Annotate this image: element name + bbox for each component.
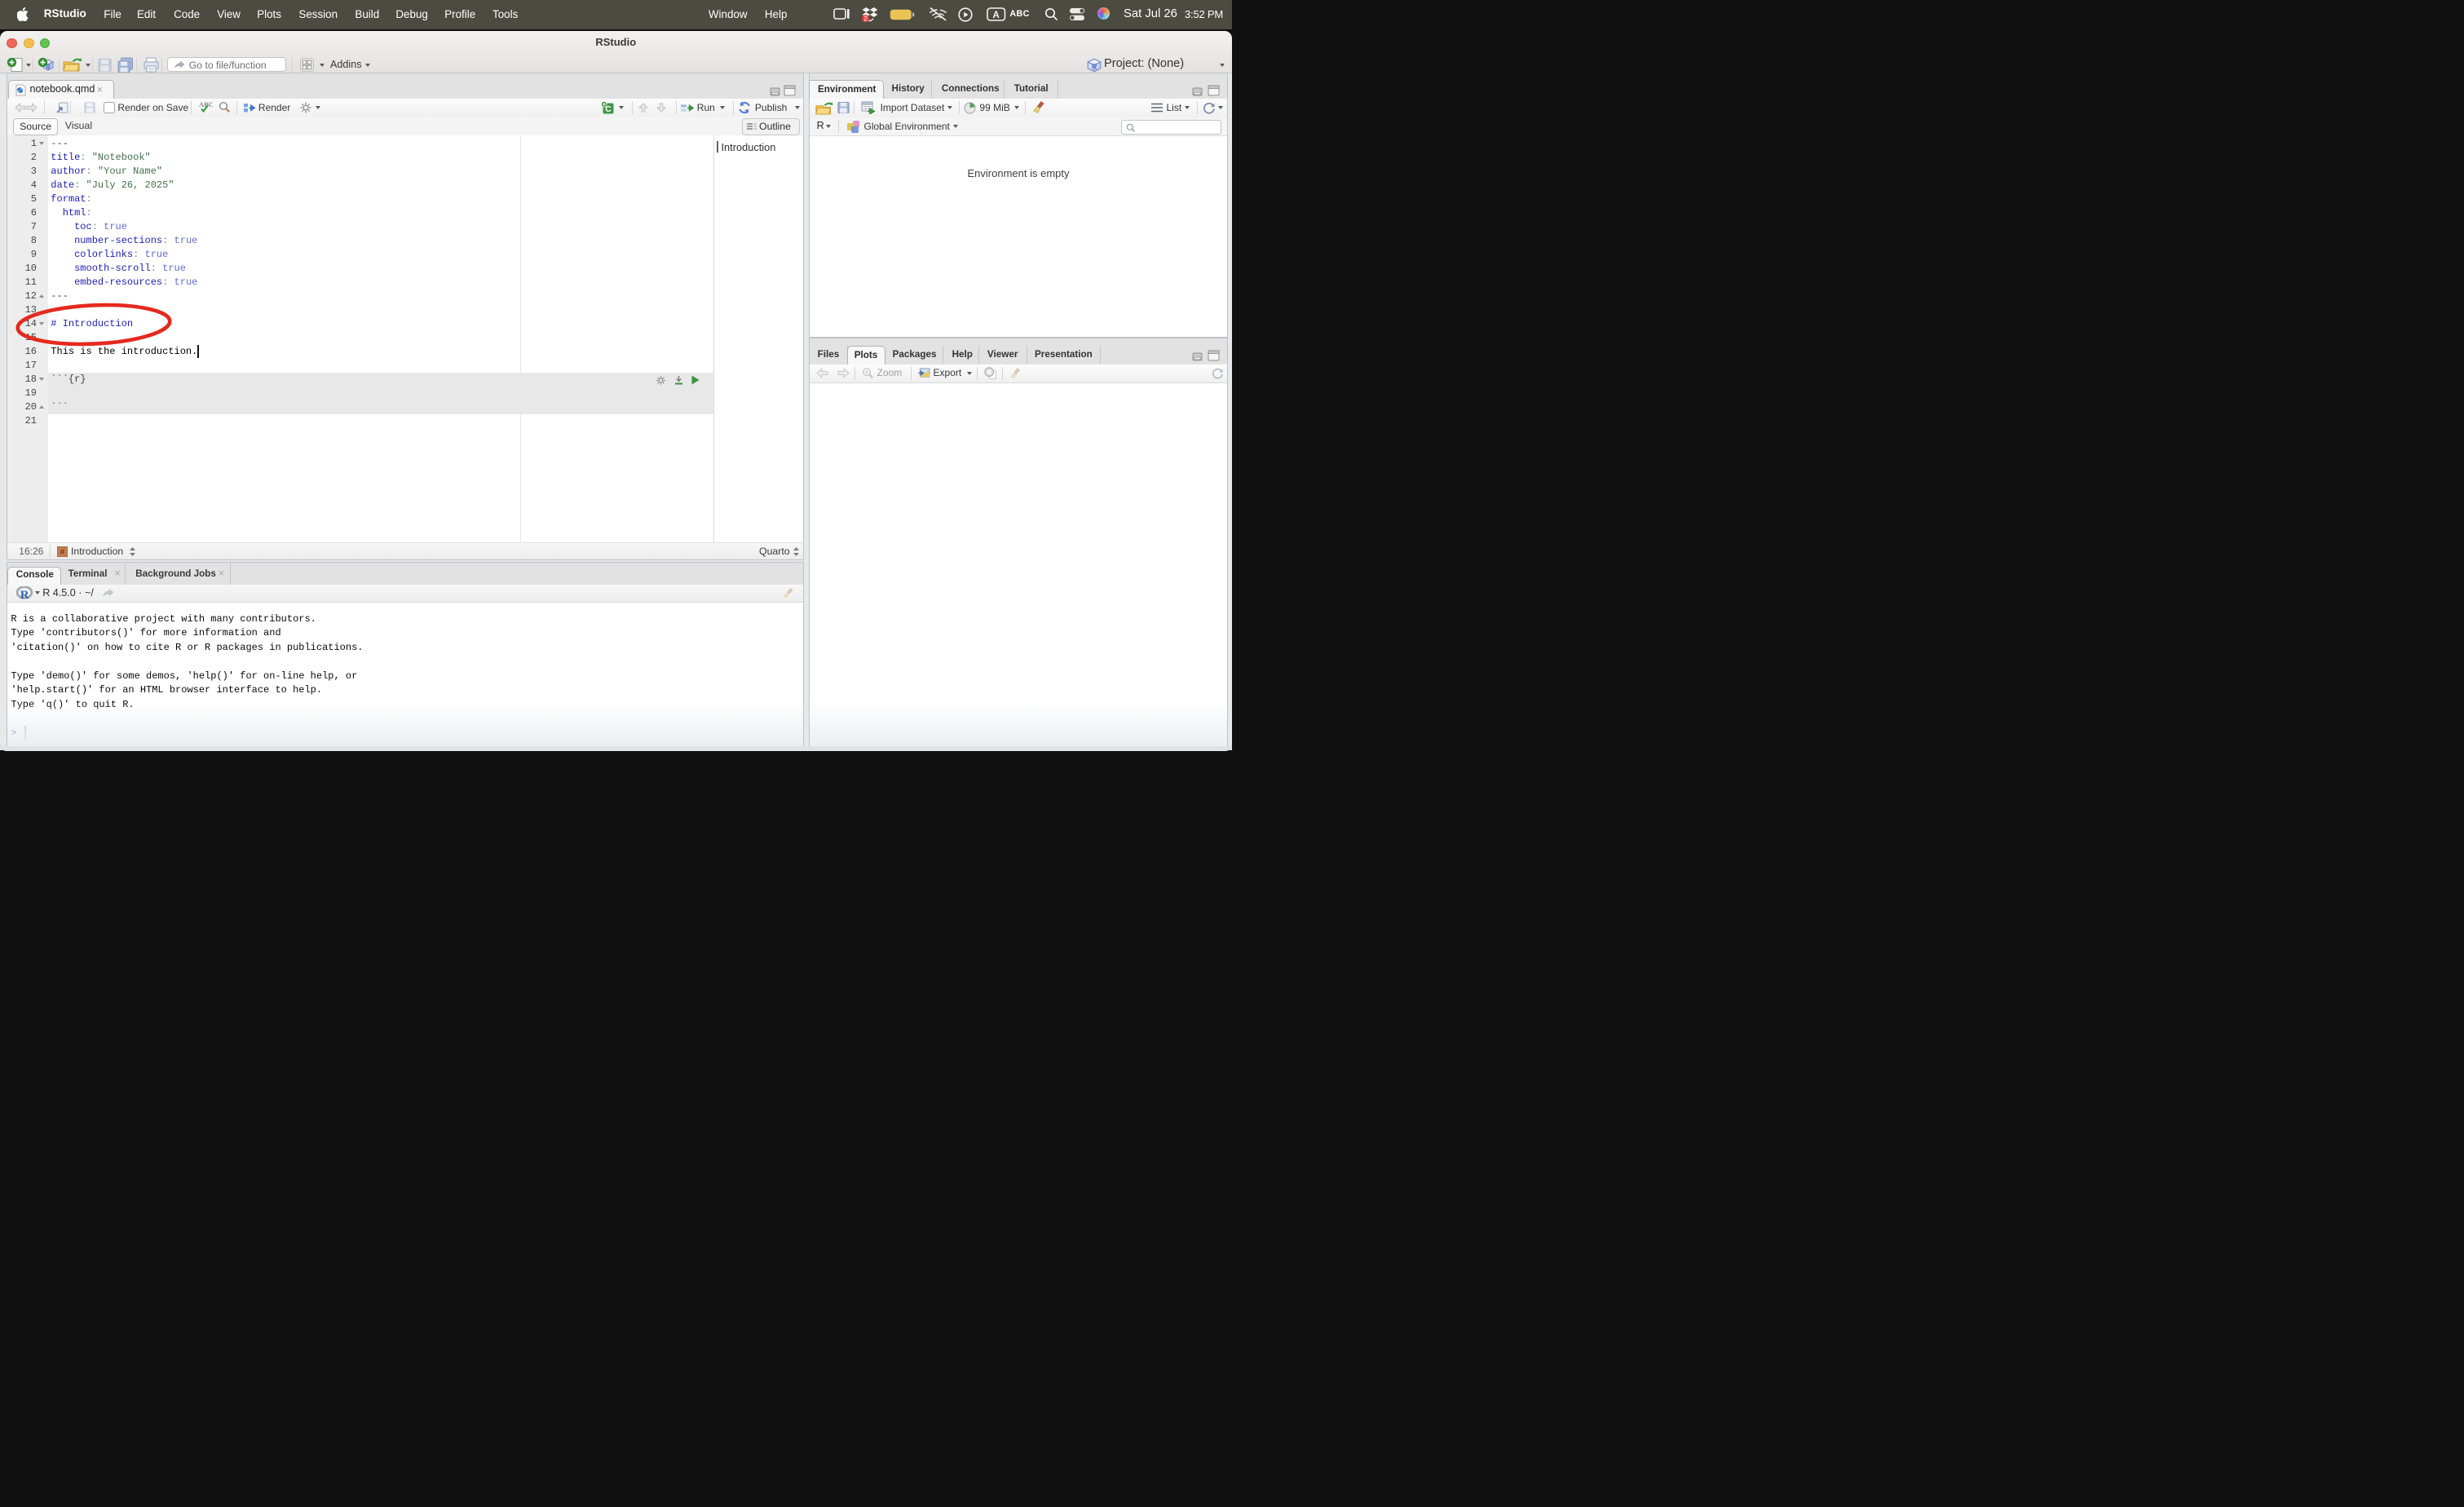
- svg-text:2: 2: [863, 14, 868, 22]
- svg-text:A: A: [993, 11, 1000, 20]
- svg-text:R: R: [1092, 63, 1097, 72]
- svg-text:#: #: [60, 549, 64, 557]
- svg-text:R: R: [20, 589, 29, 600]
